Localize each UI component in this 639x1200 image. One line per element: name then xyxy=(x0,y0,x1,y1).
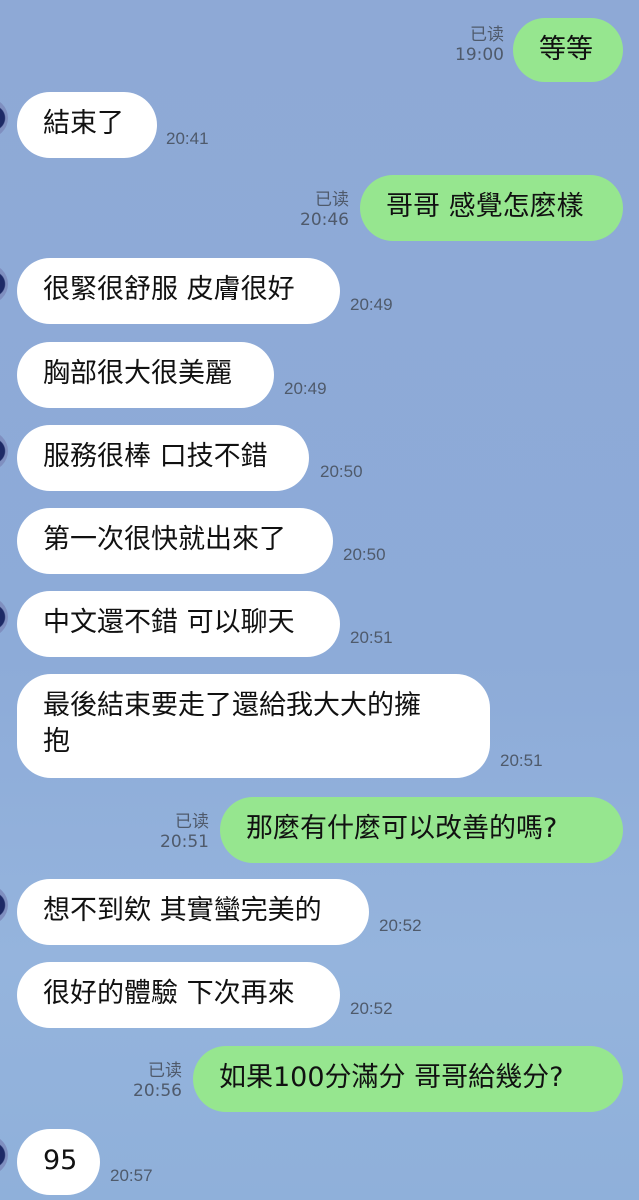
message-row: 服務很棒 口技不錯 20:50 xyxy=(0,425,639,495)
message-row: 最後結束要走了還給我大大的擁 抱 20:51 xyxy=(0,674,639,780)
avatar[interactable] xyxy=(0,98,8,138)
read-status: 已读 xyxy=(470,25,504,45)
message-row: 胸部很大很美麗 20:49 xyxy=(0,342,639,412)
read-status: 已读 xyxy=(175,812,209,832)
message-bubble-received[interactable]: 很緊很舒服 皮膚很好 xyxy=(17,258,340,324)
message-bubble-sent[interactable]: 哥哥 感覺怎麽樣 xyxy=(360,175,623,241)
message-row: 結束了 20:41 xyxy=(0,92,639,162)
message-time: 20:50 xyxy=(343,545,386,564)
message-bubble-received[interactable]: 第一次很快就出來了 xyxy=(17,508,333,574)
read-receipt: 已读 19:00 xyxy=(455,20,504,65)
message-time: 20:51 xyxy=(500,751,543,770)
message-row: 已读 20:56 如果100分滿分 哥哥給幾分? xyxy=(0,1046,639,1116)
message-row: 95 20:57 xyxy=(0,1129,639,1199)
message-time: 20:56 xyxy=(133,1081,182,1101)
read-receipt: 已读 20:51 xyxy=(160,807,209,852)
message-time: 20:52 xyxy=(350,999,393,1018)
read-status: 已读 xyxy=(148,1061,182,1081)
message-time: 20:51 xyxy=(350,628,393,647)
avatar[interactable] xyxy=(0,597,8,637)
message-time: 19:00 xyxy=(455,45,504,65)
message-row: 第一次很快就出來了 20:50 xyxy=(0,508,639,578)
message-time: 20:46 xyxy=(300,210,349,230)
avatar[interactable] xyxy=(0,885,8,925)
message-time: 20:49 xyxy=(284,379,327,398)
avatar[interactable] xyxy=(0,431,8,471)
message-row: 已读 20:46 哥哥 感覺怎麽樣 xyxy=(0,175,639,245)
message-time: 20:49 xyxy=(350,295,393,314)
message-row: 很好的體驗 下次再來 20:52 xyxy=(0,962,639,1032)
message-bubble-received[interactable]: 中文還不錯 可以聊天 xyxy=(17,591,340,657)
message-time: 20:51 xyxy=(160,832,209,852)
message-row: 想不到欸 其實蠻完美的 20:52 xyxy=(0,879,639,949)
message-bubble-received[interactable]: 胸部很大很美麗 xyxy=(17,342,274,408)
message-bubble-sent[interactable]: 等等 xyxy=(513,18,623,82)
message-row: 已读 20:51 那麼有什麼可以改善的嗎? xyxy=(0,797,639,867)
message-time: 20:52 xyxy=(379,916,422,935)
message-time: 20:50 xyxy=(320,462,363,481)
message-bubble-received[interactable]: 服務很棒 口技不錯 xyxy=(17,425,309,491)
message-bubble-received[interactable]: 最後結束要走了還給我大大的擁 抱 xyxy=(17,674,490,778)
read-status: 已读 xyxy=(315,190,349,210)
message-bubble-sent[interactable]: 那麼有什麼可以改善的嗎? xyxy=(220,797,623,863)
message-bubble-received[interactable]: 95 xyxy=(17,1129,100,1195)
read-receipt: 已读 20:46 xyxy=(300,185,349,230)
read-receipt: 已读 20:56 xyxy=(133,1056,182,1101)
message-row: 已读 19:00 等等 xyxy=(0,10,639,82)
message-time: 20:57 xyxy=(110,1166,153,1185)
message-bubble-sent[interactable]: 如果100分滿分 哥哥給幾分? xyxy=(193,1046,623,1112)
message-bubble-received[interactable]: 想不到欸 其實蠻完美的 xyxy=(17,879,369,945)
avatar[interactable] xyxy=(0,1135,8,1175)
message-row: 很緊很舒服 皮膚很好 20:49 xyxy=(0,258,639,328)
message-time: 20:41 xyxy=(166,129,209,148)
message-bubble-received[interactable]: 很好的體驗 下次再來 xyxy=(17,962,340,1028)
avatar[interactable] xyxy=(0,264,8,304)
message-bubble-received[interactable]: 結束了 xyxy=(17,92,157,158)
message-row: 中文還不錯 可以聊天 20:51 xyxy=(0,591,639,661)
